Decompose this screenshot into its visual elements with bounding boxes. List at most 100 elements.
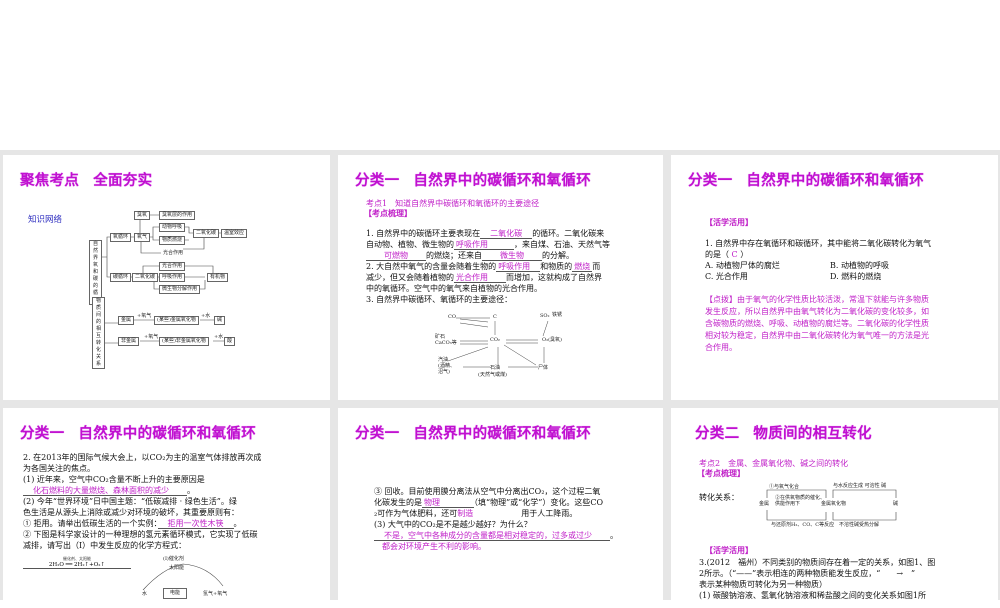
cycle-label: 电能 xyxy=(163,588,188,599)
diagram-node: 铁锈 xyxy=(552,312,563,318)
text-segment: 化碳发生的是 xyxy=(374,498,422,507)
text-line: ₂可作为气体肥料，还可制造 用于人工降雨。 xyxy=(374,508,618,519)
diagram-node: C xyxy=(493,314,497,320)
text-line: 表示某种物质可转化为另一种物质） xyxy=(699,579,935,590)
diagram-node: O₂(臭氧) xyxy=(542,337,563,343)
slide-title: 分类一 自然界中的碳循环和氧循环 xyxy=(355,422,591,443)
diagram-node: 呼吸作用 xyxy=(159,273,186,282)
diagram-node: 物质燃烧 xyxy=(159,236,186,245)
title-part: 自然界中的碳循环和氧循环 xyxy=(746,173,925,189)
diagram-node: 金属 xyxy=(118,316,135,325)
fill-in-answer: 不是，空气中各种成分的含量都是相对稳定的，过多或过少 xyxy=(374,531,610,541)
slide-body: ③ 回收。目前使用膜分离法从空气中分离出CO₂，这个过程二氧 化碳发生的是 物理 （… xyxy=(374,486,618,552)
diagram-node: SO₂ xyxy=(540,313,550,319)
diagram-node: +水 xyxy=(201,313,211,319)
diagram-node: (某些)金属氧化物 xyxy=(154,316,199,325)
text-segment: 3.(2012 福州）不同类别的物质间存在着一定的关系，如图1、图 xyxy=(699,558,936,567)
slide-thumbnail-5[interactable]: 分类一 自然界中的碳循环和氧循环 ③ 回收。目前使用膜分离法从空气中分离出CO₂，… xyxy=(338,408,663,608)
diagram-node: 动物呼吸 xyxy=(159,223,186,232)
hint-line: 合作用。 xyxy=(705,343,737,352)
slide-thumbnail-1[interactable]: 聚焦考点全面夯实 知识网络 自然界氧和碳的循环氧循环臭氧臭氧层的作用氧气动物呼吸… xyxy=(3,155,330,400)
hint-line: 【点拨】由于氧气的化学性质比较活泼，常温下就能与许多物质 xyxy=(705,295,929,304)
hint-line: 相对较为稳定，自然界中由二氧化碳转化为氧气唯一的方法是光 xyxy=(705,331,929,340)
diagram-node: 不溶性碱受热分解 xyxy=(839,522,880,528)
diagram-node: 尸体 xyxy=(538,365,549,371)
title-part: 分类一 xyxy=(688,173,733,189)
section-tag: 【活学活用】 xyxy=(705,545,753,555)
diagram-node: 二氧化碳 xyxy=(193,229,220,238)
slide-title: 分类一 自然界中的碳循环和氧循环 xyxy=(688,169,924,190)
answer-text: 都会对环境产生不利的影响。 xyxy=(374,542,486,551)
text-segment: (1) 碳酸钠溶液、氢氧化钠溶液和稀盐酸之间的变化关系如图1所 xyxy=(699,591,926,600)
hint-line: 发生反应，所以自然界中由氧气转化为二氧化碳的变化较多，如 xyxy=(705,307,929,316)
diagram-node: 与水反应生成 可溶性 碱 xyxy=(833,483,887,489)
diagram-node: 微生物分解作用 xyxy=(159,285,201,294)
text-segment: 1. 自然界中存在氧循环和碳循环，其中能将二氧化碳转化为氧气 xyxy=(705,239,932,248)
diagram-node: 酸 xyxy=(224,337,236,346)
text-segment: 。 xyxy=(610,531,618,540)
text-line: 的是（ C ） xyxy=(705,249,931,260)
title-part: 分类一 xyxy=(355,426,400,442)
text-segment: 用于人工降雨。 xyxy=(473,509,578,518)
diagram-node: 供能作用下 xyxy=(775,501,801,507)
diagram-node: 石油 xyxy=(490,365,501,371)
text-line: 3.(2012 福州）不同类别的物质间存在着一定的关系，如图1、图 xyxy=(699,557,935,568)
diagram-node: 碳循环 xyxy=(110,273,132,282)
diagram-node: CO₂ xyxy=(490,337,500,343)
text-line: 2所示。（“——”表示相连的两种物质能发生反应，“ → ” xyxy=(699,568,935,579)
text-line: 都会对环境产生不利的影响。 xyxy=(374,541,618,552)
hint-paragraph: 【点拨】由于氧气的化学性质比较活泼，常温下就能与许多物质 发生反应，所以自然界中… xyxy=(705,294,929,354)
text-line: (3) 大气中的CO₂是不是越少越好？为什么？ xyxy=(374,519,618,530)
diagram-node: 氧循环 xyxy=(110,233,132,242)
cycle-label: 氢气+氧气 xyxy=(203,591,228,597)
text-line: (1) 碳酸钠溶液、氢氧化钠溶液和稀盐酸之间的变化关系如图1所 xyxy=(699,590,935,601)
fill-in-answer: 物理 xyxy=(422,498,474,508)
text-line: ③ 回收。目前使用膜分离法从空气中分离出CO₂，这个过程二氧 xyxy=(374,486,618,497)
cycle-label: 太阳能 xyxy=(169,565,185,571)
hint-line: 含碳物质的燃烧、呼吸、动植物的腐烂等。二氧化碳的化学性质 xyxy=(705,319,929,328)
text-line: 化碳发生的是 物理 （填“物理”或“化学”）变化。这些CO xyxy=(374,497,618,508)
diagram-node: 有机物 xyxy=(207,273,229,282)
diagram-node: 与还原剂H₂、CO、C等反应 xyxy=(771,522,835,528)
diagram-node: +氧气 xyxy=(144,334,159,340)
slide-body: 3.(2012 福州）不同类别的物质间存在着一定的关系，如图1、图 2所示。（“—… xyxy=(699,557,935,601)
diagram-node: 金属氧化物 xyxy=(821,501,847,507)
slide-thumbnail-6[interactable]: 分类二 物质间的相互转化 考点2 金属、金属氧化物、碱之间的转化 【考点梳理】 转… xyxy=(671,408,998,608)
option-b: B. 动植物的呼吸 xyxy=(830,261,889,270)
hydrogen-cycle-arrows xyxy=(142,563,224,591)
text-segment: （填“物理”或“化学”）变化。这些CO xyxy=(474,498,604,507)
slide-thumbnail-4[interactable]: 分类一 自然界中的碳循环和氧循环 2. 在2013年的国际气候大会上，以CO₂为主… xyxy=(3,408,330,608)
diagram-node: 光合作用 xyxy=(163,250,184,256)
diagram-node: 碱 xyxy=(214,316,226,325)
diagram-node: 臭氧 xyxy=(134,211,151,220)
diagram-node: ①与氧气化合 xyxy=(769,484,800,490)
cycle-label: (Ⅰ)催化剂 xyxy=(163,556,184,562)
slide-sorter-grid: 聚焦考点全面夯实 知识网络 自然界氧和碳的循环氧循环臭氧臭氧层的作用氧气动物呼吸… xyxy=(0,150,1000,608)
diagram-node: 金属 xyxy=(759,501,770,507)
text-segment: (3) 大气中的CO₂是不是越少越好？为什么？ xyxy=(374,520,532,529)
text-segment: 表示某种物质可转化为另一种物质） xyxy=(699,580,827,589)
option-d: D. 燃料的燃烧 xyxy=(830,272,882,281)
text-segment: 2所示。（“——”表示相连的两种物质能发生反应，“ → ” xyxy=(699,569,916,578)
answer-options: A. 动植物尸体的腐烂 B. 动植物的呼吸 C. 光合作用 D. 燃料的燃烧 xyxy=(705,260,965,282)
diagram-node: CO xyxy=(448,314,456,320)
diagram-node: (某些)非金属氧化物 xyxy=(159,337,209,346)
answer-text: 制造 xyxy=(457,509,474,518)
slide-thumbnail-3[interactable]: 分类一 自然界中的碳循环和氧循环 【活学活用】 1. 自然界中存在氧循环和碳循环，… xyxy=(671,155,998,400)
diagram-node: CaCO₃等 xyxy=(435,340,457,346)
diagram-node: 自然界氧和碳的循环 xyxy=(89,240,102,305)
diagram-node: 氧气 xyxy=(134,233,151,242)
text-segment: ₂可作为气体肥料，还可 xyxy=(374,509,458,518)
text-segment: ③ 回收。目前使用膜分离法从空气中分离出CO₂，这个过程二氧 xyxy=(374,487,601,496)
option-a: A. 动植物尸体的腐烂 xyxy=(705,261,780,270)
cycle-label: 水 xyxy=(142,591,148,597)
diagram-node: (天然气或煤) xyxy=(478,372,507,378)
diagram-node: 沼气) xyxy=(438,369,450,375)
question-text: 1. 自然界中存在氧循环和碳循环，其中能将二氧化碳转化为氧气 的是（ C ） xyxy=(705,238,931,260)
diagram-node: +氧气 xyxy=(137,313,152,319)
text-line: 不是，空气中各种成分的含量都是相对稳定的，过多或过少 。 xyxy=(374,530,618,541)
diagram-node: 碱 xyxy=(893,501,899,507)
slide-thumbnail-2[interactable]: 分类一 自然界中的碳循环和氧循环 考点1 知道自然界中碳循环和氧循环的主要途径 【… xyxy=(338,155,663,400)
text-line: 1. 自然界中存在氧循环和碳循环，其中能将二氧化碳转化为氧气 xyxy=(705,238,931,249)
diagram-node: 非金属 xyxy=(118,337,140,346)
